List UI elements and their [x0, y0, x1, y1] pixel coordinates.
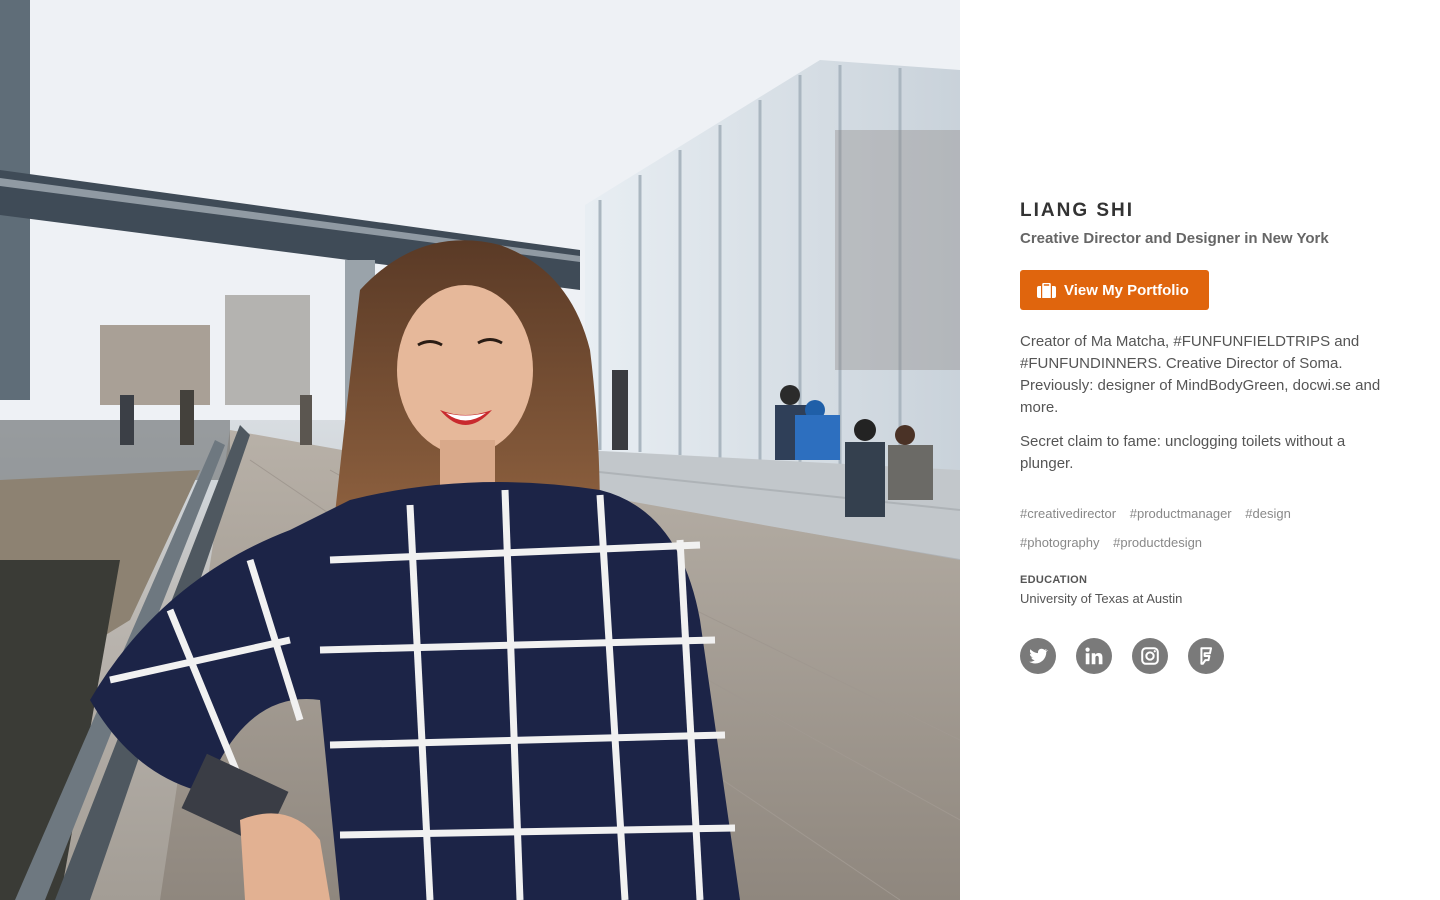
profile-content: LIANG SHI Creative Director and Designer…	[1020, 200, 1390, 674]
tag-list: #creativedirector #productmanager #desig…	[1020, 499, 1390, 557]
view-portfolio-label: View My Portfolio	[1064, 281, 1189, 299]
tag-link[interactable]: #design	[1245, 506, 1291, 521]
twitter-icon	[1029, 648, 1049, 664]
bio-paragraph: Creator of Ma Matcha, #FUNFUNFIELDTRIPS …	[1020, 333, 1381, 416]
foursquare-link[interactable]	[1188, 638, 1224, 674]
tag-link[interactable]: #productmanager	[1130, 506, 1232, 521]
background-photo	[0, 0, 960, 900]
profile-bio: Creator of Ma Matcha, #FUNFUNFIELDTRIPS …	[1020, 331, 1390, 475]
social-links	[1020, 638, 1390, 674]
briefcase-icon	[1037, 282, 1056, 298]
education-value: University of Texas at Austin	[1020, 591, 1183, 606]
linkedin-link[interactable]	[1076, 638, 1112, 674]
tag-link[interactable]: #creativedirector	[1020, 506, 1116, 521]
profile-name: LIANG SHI	[1020, 200, 1135, 221]
linkedin-icon	[1085, 647, 1103, 665]
instagram-link[interactable]	[1132, 638, 1168, 674]
bio-paragraph: Secret claim to fame: unclogging toilets…	[1020, 433, 1346, 472]
education-section: EDUCATION University of Texas at Austin	[1020, 573, 1390, 608]
tag-link[interactable]: #photography	[1020, 535, 1100, 550]
instagram-icon	[1141, 647, 1159, 665]
tag-link[interactable]: #productdesign	[1113, 535, 1202, 550]
foursquare-icon	[1200, 647, 1213, 665]
profile-headline: Creative Director and Designer in New Yo…	[1020, 230, 1329, 247]
profile-panel: LIANG SHI Creative Director and Designer…	[960, 0, 1440, 900]
view-portfolio-button[interactable]: View My Portfolio	[1020, 270, 1209, 310]
education-label: EDUCATION	[1020, 574, 1088, 586]
twitter-link[interactable]	[1020, 638, 1056, 674]
